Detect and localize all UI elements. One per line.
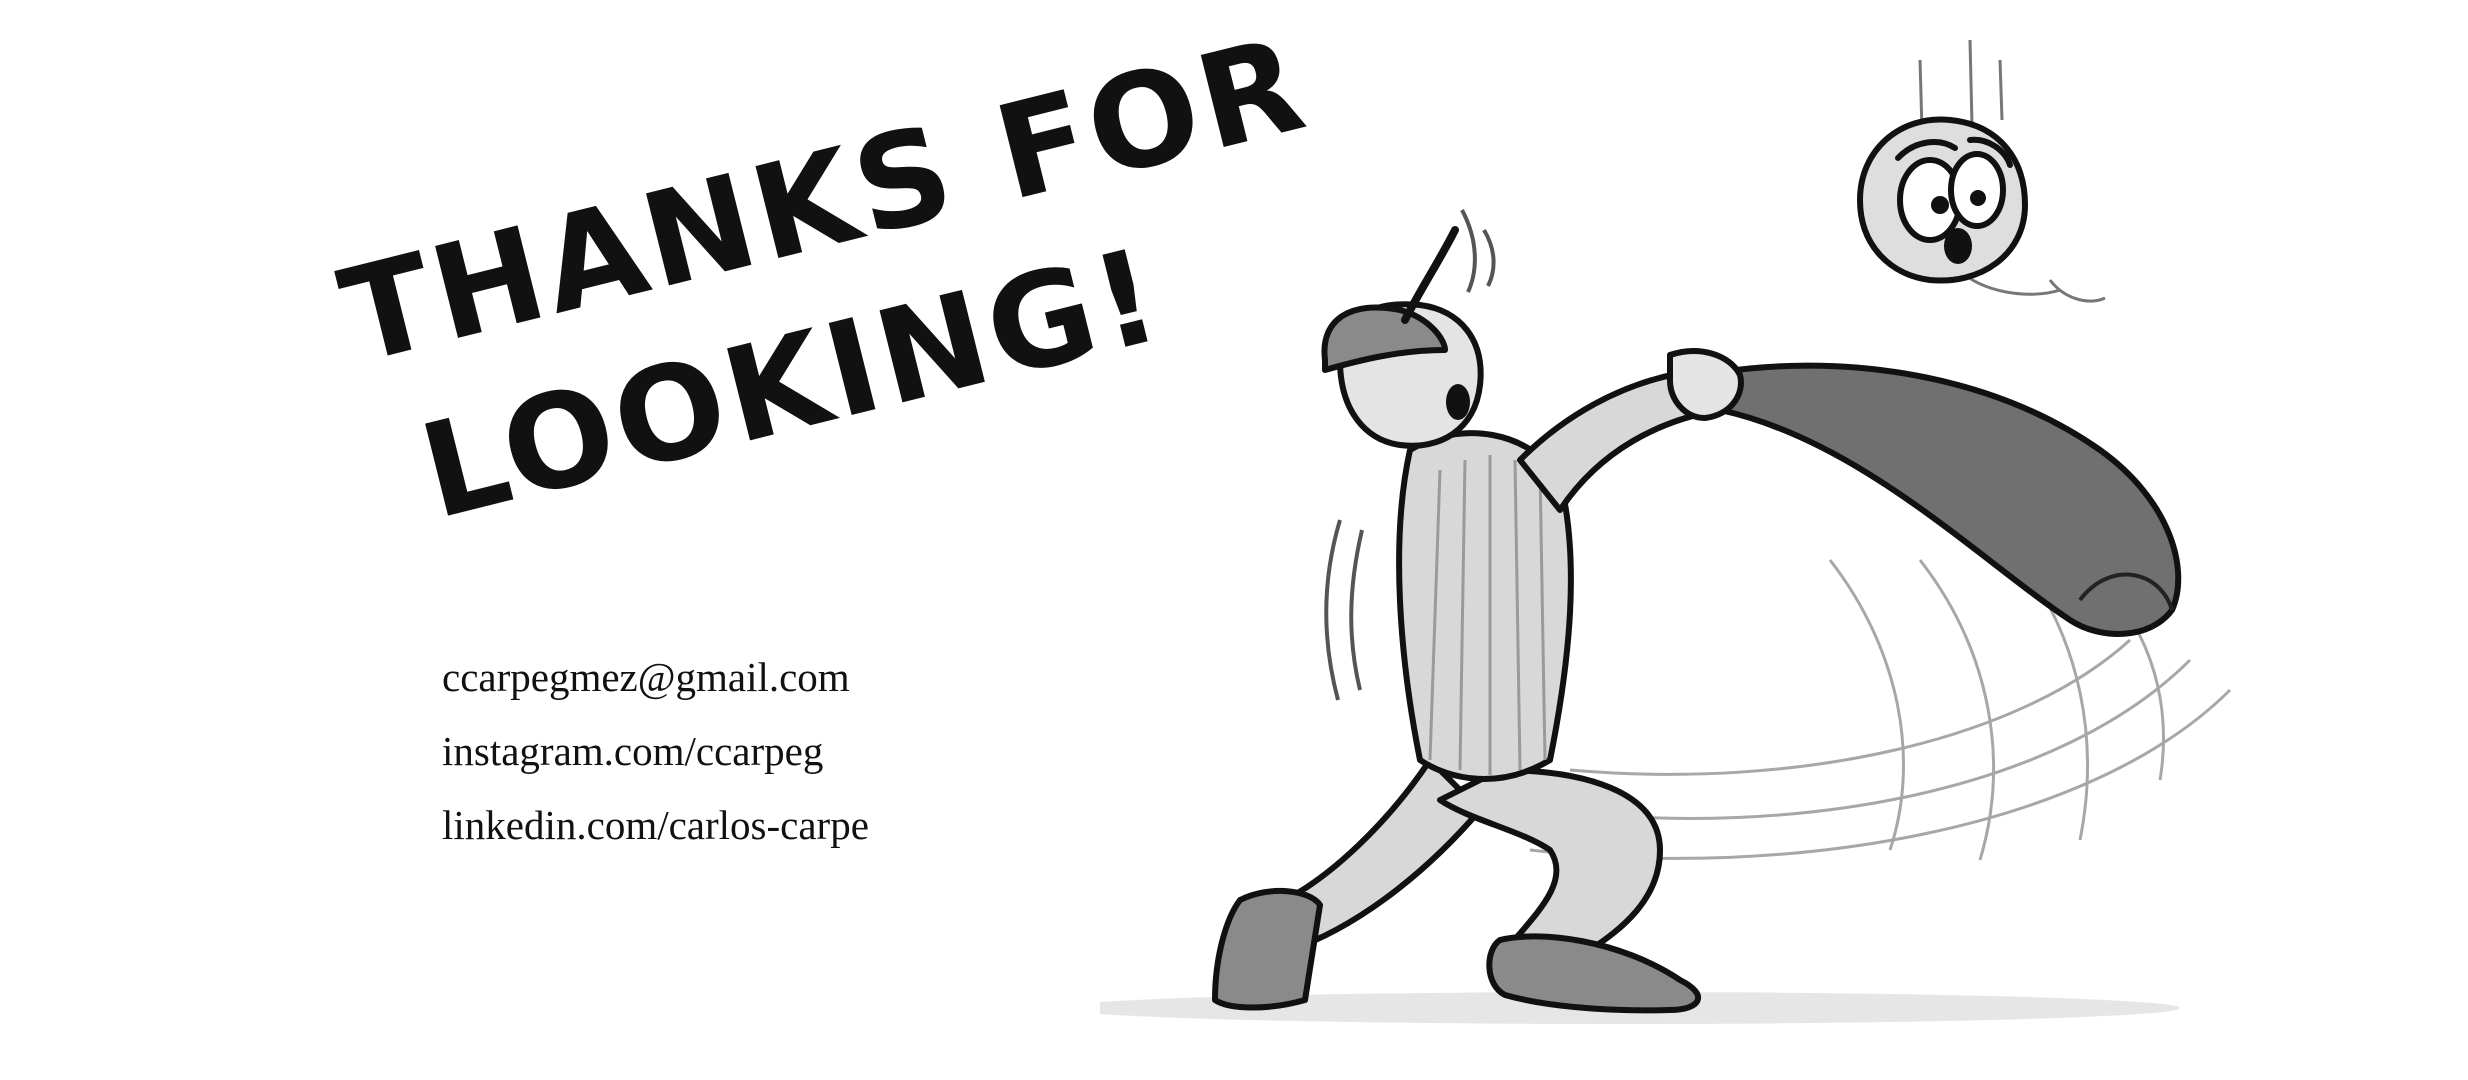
front-leg (1437, 767, 1663, 953)
front-shoe (1486, 933, 1702, 1014)
contact-info: ccarpegmez@gmail.com instagram.com/ccarp… (442, 640, 869, 862)
contact-linkedin: linkedin.com/carlos-carpe (442, 802, 869, 848)
scared-ball-character (1857, 39, 2106, 303)
contact-email: ccarpegmez@gmail.com (442, 654, 850, 700)
baseball-player-illustration (1100, 39, 2232, 1024)
contact-instagram: instagram.com/ccarpeg (442, 728, 824, 774)
baseball-bat (1717, 362, 2182, 637)
back-shoe (1212, 887, 1323, 1011)
open-mouth (1446, 384, 1470, 420)
thanks-heading: THANKS FOR LOOKING! (250, 0, 1320, 548)
hands (1667, 348, 1744, 421)
